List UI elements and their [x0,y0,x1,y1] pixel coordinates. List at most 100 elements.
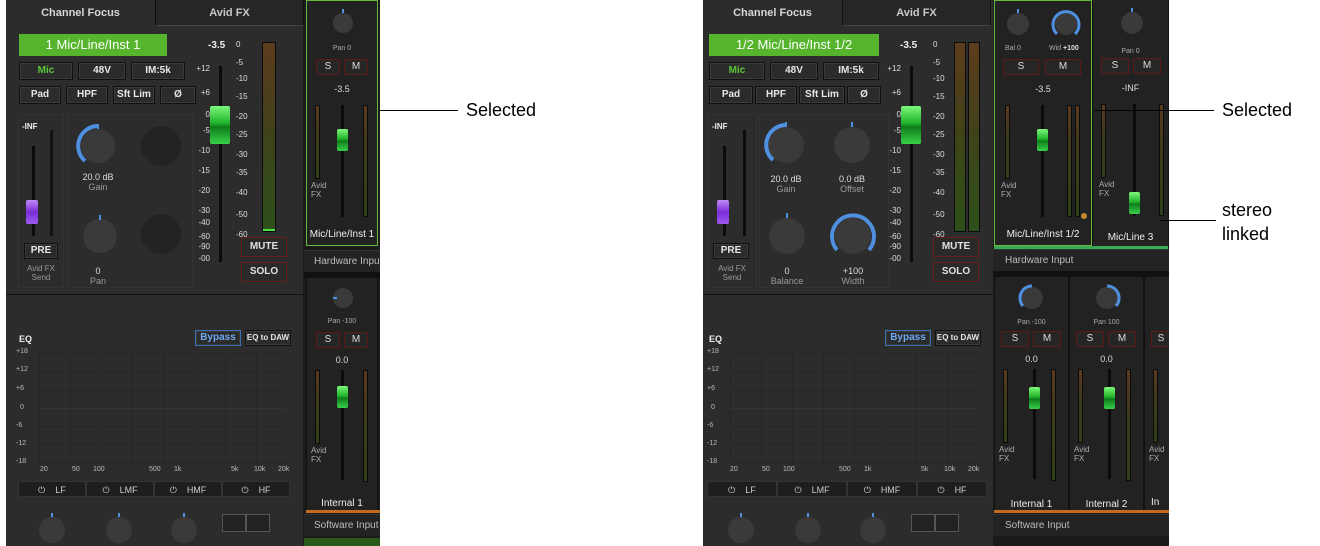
tab-avid-fx[interactable]: Avid FX [156,0,304,26]
solo-small-button[interactable]: S [316,59,340,75]
eq-graph[interactable] [38,352,286,464]
eq-knob[interactable] [855,512,891,546]
solo-button[interactable]: SOLO [933,262,979,282]
eq-band-lf-tab[interactable]: ⏻ LF [707,481,777,497]
pre-button[interactable]: PRE [24,243,58,259]
solo-button[interactable]: SOLO [241,262,287,282]
eq-band-lf-tab[interactable]: ⏻ LF [18,481,86,497]
pan-knob-small[interactable] [329,284,357,312]
tab-channel-focus[interactable]: Channel Focus [703,0,843,26]
eq-knob[interactable] [166,512,202,546]
pan-knob[interactable] [78,214,122,258]
callout-line [380,110,458,111]
channel-name: 1 Mic/Line/Inst 1 [19,34,167,56]
tab-channel-focus[interactable]: Channel Focus [6,0,156,26]
eq-shape-bell-icon[interactable] [222,514,246,532]
balance-knob[interactable] [763,212,811,260]
eq-knob[interactable] [790,512,826,546]
mute-small-button[interactable]: M [1033,331,1061,347]
solo-small-button[interactable]: S [1076,331,1104,347]
group-software-input: Software Input [993,514,1169,536]
eq-knob[interactable] [723,512,759,546]
channel-strip[interactable]: Pan 100 S M 0.0 Avid FX Internal 2 [1069,277,1144,510]
channel-strip-selected[interactable]: Pan 0 S M -3.5 Avid FX Mic/Line/Inst 1 [306,0,378,246]
mute-small-button[interactable]: M [1045,59,1081,75]
solo-small-button[interactable]: S [1001,331,1029,347]
solo-small-button[interactable]: S [1003,59,1039,75]
pan-knob-small[interactable] [329,9,357,37]
mute-small-button[interactable]: M [1133,58,1161,74]
right-console-panel: Channel Focus Avid FX 1/2 Mic/Line/Inst … [703,0,1169,546]
impedance-button[interactable]: IM:5k [131,62,185,80]
selected-callout: Selected [466,100,537,120]
channel-strip-partial[interactable]: S Avid FX In [1144,277,1169,510]
strip-fader[interactable] [1037,129,1048,151]
mic-button[interactable]: Mic [19,62,73,80]
offset-knob[interactable] [827,120,877,170]
mute-small-button[interactable]: M [344,332,368,348]
mute-small-button[interactable]: M [1108,331,1136,347]
eq-shape-bell-icon[interactable] [911,514,935,532]
avid-fx-send-label: Avid FX Send [27,264,55,282]
eq-graph[interactable] [729,352,979,464]
width-knob-small[interactable] [1051,9,1081,39]
eq-shape-shelf-icon[interactable] [246,514,270,532]
hpf-button[interactable]: HPF [755,86,797,104]
pan-knob-small[interactable] [1092,283,1122,313]
send-fader[interactable] [717,200,729,224]
bypass-button[interactable]: Bypass [195,330,241,346]
pre-button[interactable]: PRE [713,243,749,259]
pad-button[interactable]: Pad [19,86,61,104]
strip-fader[interactable] [1104,387,1115,409]
eq-shape-shelf-icon[interactable] [935,514,959,532]
send-fader[interactable] [26,200,38,224]
strip-fader[interactable] [1129,192,1140,214]
strip-pan-readout: Pan -100 [327,318,357,325]
width-knob[interactable] [827,210,879,262]
gain-knob[interactable] [761,120,811,170]
channel-strip-stereo-selected[interactable]: Bal 0 Wid +100 S M -3.5 Avid FX Mic/Line/… [994,0,1092,246]
strip-fader[interactable] [1029,387,1040,409]
eq-band-hmf-tab[interactable]: ⏻ HMF [154,481,222,497]
eq-knob[interactable] [34,512,70,546]
phantom-48v-button[interactable]: 48V [770,62,818,80]
mute-button[interactable]: MUTE [933,237,979,257]
pan-knob-small[interactable] [1117,8,1147,38]
eq-to-daw-button[interactable]: EQ to DAW [245,330,291,346]
strip-name: Mic/Line 3 [1107,232,1154,243]
pad-button[interactable]: Pad [709,86,753,104]
channel-strip[interactable]: Pan 0 S M -INF Avid FX Mic/Line 3 [1092,0,1169,246]
strip-level: 0.0 [335,355,349,365]
channel-strip[interactable]: Pan -100 S M 0.0 Avid FX Internal 1 [994,277,1069,510]
solo-small-button[interactable]: S [316,332,340,348]
eq-band-lmf-tab[interactable]: ⏻ LMF [86,481,154,497]
channel-name: 1/2 Mic/Line/Inst 1/2 [709,34,879,56]
mute-small-button[interactable]: M [344,59,368,75]
bypass-button[interactable]: Bypass [885,330,931,346]
pan-knob-small[interactable] [1017,283,1047,313]
tab-avid-fx[interactable]: Avid FX [843,0,991,26]
mute-button[interactable]: MUTE [241,237,287,257]
mic-button[interactable]: Mic [709,62,765,80]
strip-name: Mic/Line/Inst 1 [309,229,375,240]
strip-fader[interactable] [337,129,348,151]
main-fader[interactable] [210,106,230,144]
phantom-48v-button[interactable]: 48V [78,62,126,80]
hpf-button[interactable]: HPF [66,86,108,104]
solo-small-button[interactable]: S [1151,331,1169,347]
eq-band-lmf-tab[interactable]: ⏻ LMF [777,481,847,497]
eq-band-hmf-tab[interactable]: ⏻ HMF [847,481,917,497]
impedance-button[interactable]: IM:5k [823,62,879,80]
strip-fader[interactable] [337,386,348,408]
eq-knob[interactable] [101,512,137,546]
eq-band-hf-tab[interactable]: ⏻ HF [917,481,987,497]
main-fader[interactable] [901,106,921,144]
channel-strip[interactable]: Pan -100 S M 0.0 Avid FX Internal 1 [306,278,378,510]
solo-small-button[interactable]: S [1101,58,1129,74]
soft-limit-button[interactable]: Sft Lim [113,86,155,104]
soft-limit-button[interactable]: Sft Lim [799,86,845,104]
gain-knob[interactable] [74,122,122,170]
eq-to-daw-button[interactable]: EQ to DAW [935,330,981,346]
eq-band-hf-tab[interactable]: ⏻ HF [222,481,290,497]
balance-knob-small[interactable] [1003,9,1033,39]
